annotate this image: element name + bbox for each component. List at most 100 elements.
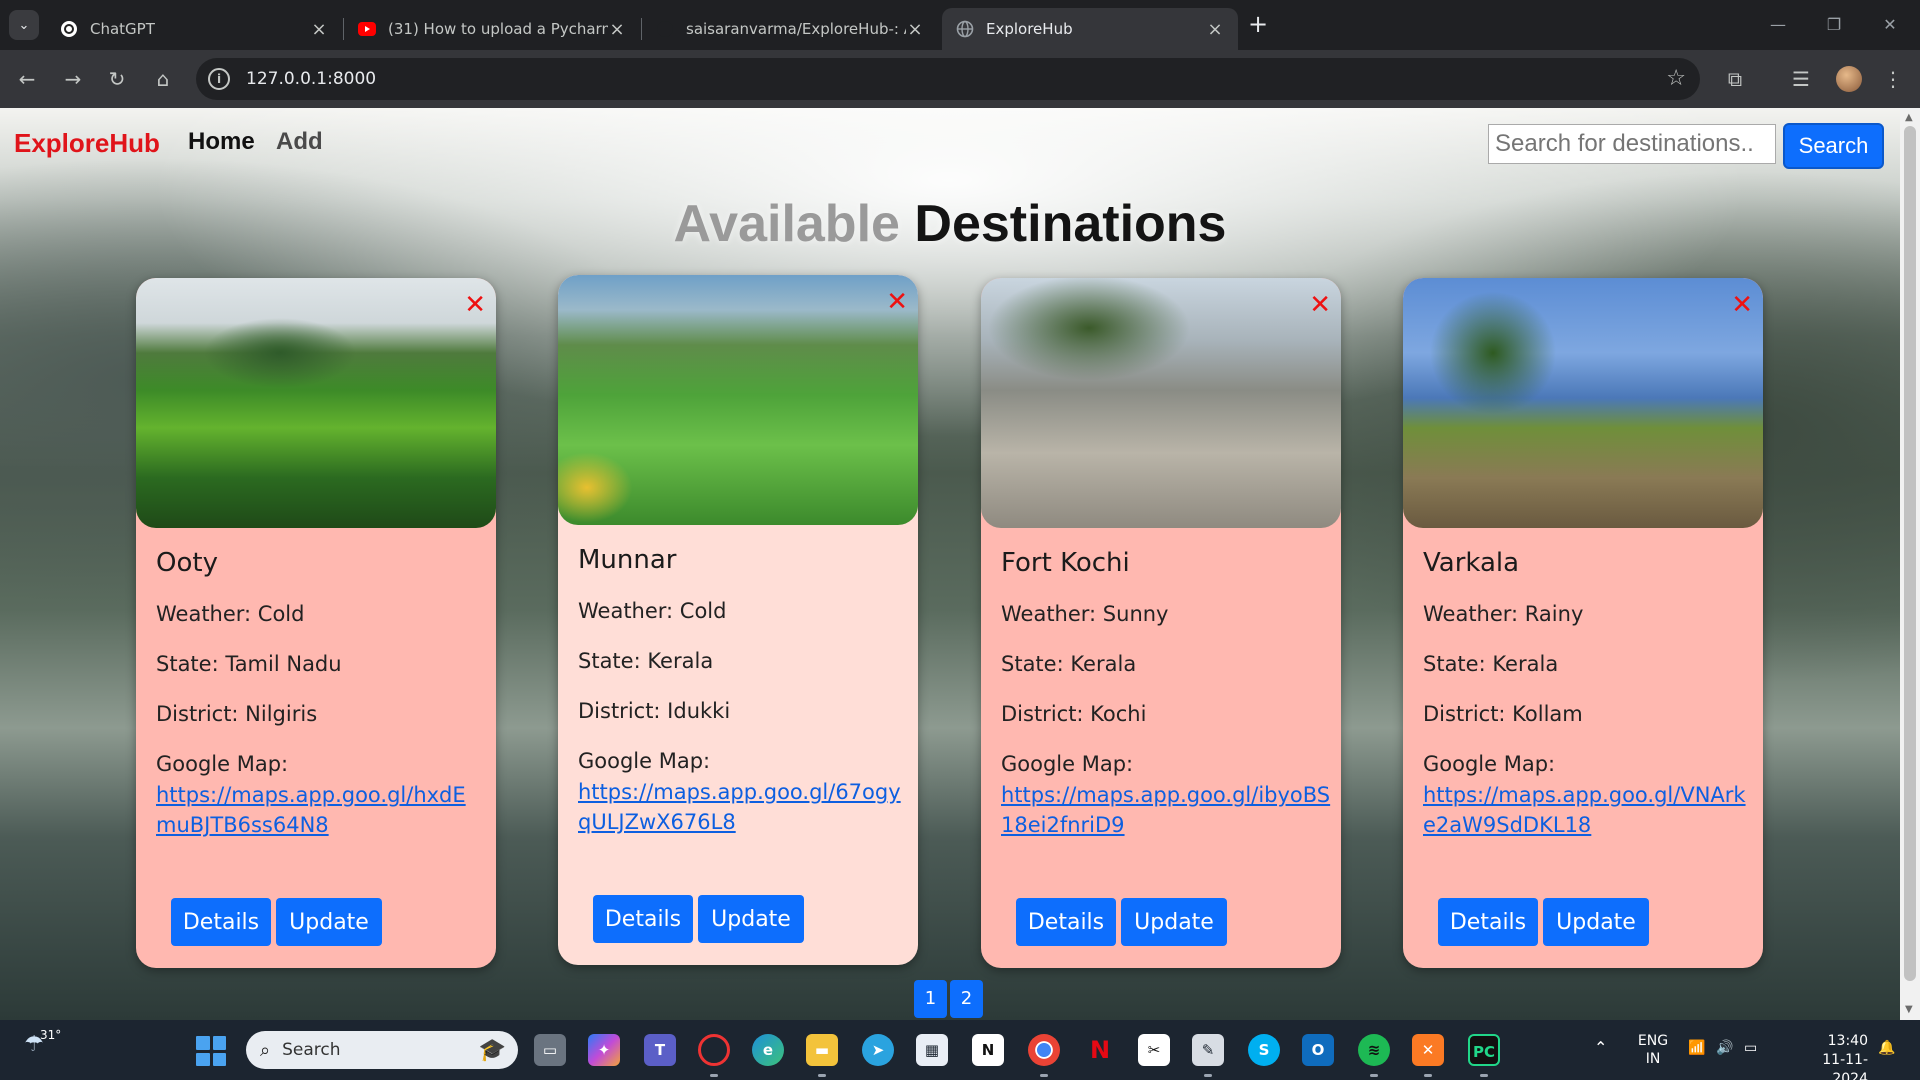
bookmark-star-icon[interactable]: ☆ [1666, 66, 1686, 91]
clock-date: 11-11-2024 [1822, 1052, 1868, 1080]
destination-card: ✕ Munnar Weather: Cold State: Kerala Dis… [558, 275, 918, 965]
spotify-icon[interactable]: ≋ [1358, 1034, 1390, 1066]
taskbar-search[interactable]: ⌕ Search 🎓 [246, 1031, 518, 1069]
search-icon: ⌕ [260, 1039, 271, 1061]
page-link-1[interactable]: 1 [914, 980, 947, 1018]
page-scrollbar[interactable]: ▲ ▼ [1900, 108, 1920, 1020]
notification-bell-icon[interactable]: 🔔 [1878, 1040, 1895, 1056]
outlook-icon[interactable]: O [1302, 1034, 1334, 1066]
district-text: District: Idukki [578, 699, 731, 723]
weather-widget[interactable]: ☂ 31° [24, 1028, 61, 1057]
restore-icon[interactable]: ❐ [1814, 10, 1854, 40]
map-label: Google Map: [1001, 752, 1134, 776]
tab-title: (31) How to upload a Pycharm p [388, 20, 608, 38]
search-button[interactable]: Search [1783, 123, 1884, 169]
back-icon[interactable]: ← [10, 62, 44, 96]
scroll-down-icon[interactable]: ▼ [1905, 1004, 1913, 1015]
chrome-icon[interactable] [1028, 1034, 1060, 1066]
taskbar-search-label: Search [282, 1040, 341, 1060]
weather-temperature: 31° [40, 1028, 62, 1042]
language-indicator[interactable]: ENG IN [1636, 1032, 1670, 1068]
nav-add[interactable]: Add [276, 128, 323, 156]
update-button[interactable]: Update [698, 895, 804, 943]
chevron-up-icon[interactable]: ⌃ [1594, 1038, 1607, 1057]
tab-search-button[interactable]: ⌄ [9, 10, 39, 40]
telegram-icon[interactable]: ➤ [862, 1034, 894, 1066]
details-button[interactable]: Details [1016, 898, 1116, 946]
notion-icon[interactable]: N [972, 1034, 1004, 1066]
wifi-icon[interactable]: 📶 [1688, 1040, 1705, 1056]
task-view-icon[interactable]: ▭ [534, 1034, 566, 1066]
tab-github[interactable]: saisaranvarma/ExploreHub-: A w × [642, 8, 938, 50]
map-label: Google Map: [156, 752, 289, 776]
nav-home[interactable]: Home [188, 128, 255, 156]
clock[interactable]: 13:40 11-11-2024 [1788, 1032, 1868, 1080]
delete-icon[interactable]: ✕ [1309, 292, 1331, 318]
volume-icon[interactable]: 🔊 [1716, 1040, 1733, 1056]
minimize-icon[interactable]: — [1758, 10, 1798, 40]
map-link[interactable]: https://maps.app.goo.gl/67ogyqULJZwX676L… [578, 777, 908, 837]
copilot-icon[interactable]: ✦ [588, 1034, 620, 1066]
update-button[interactable]: Update [276, 898, 382, 946]
region-code: IN [1645, 1051, 1661, 1067]
site-info-icon[interactable]: i [208, 68, 230, 90]
page-title-part2: Destinations [914, 195, 1227, 253]
delete-icon[interactable]: ✕ [886, 289, 908, 315]
store-icon[interactable]: ▦ [916, 1034, 948, 1066]
capcut-icon[interactable]: ✂ [1138, 1034, 1170, 1066]
start-icon[interactable] [196, 1036, 226, 1066]
destination-photo [558, 275, 918, 525]
update-button[interactable]: Update [1121, 898, 1227, 946]
delete-icon[interactable]: ✕ [1731, 292, 1753, 318]
pycharm-icon[interactable]: PC [1468, 1034, 1500, 1066]
weather-text: Weather: Cold [156, 602, 305, 626]
battery-icon[interactable]: ▭ [1744, 1040, 1757, 1056]
details-button[interactable]: Details [171, 898, 271, 946]
xampp-icon[interactable]: ✕ [1412, 1034, 1444, 1066]
scrollbar-thumb[interactable] [1904, 126, 1916, 981]
brand-logo[interactable]: ExploreHub [14, 128, 160, 159]
reload-icon[interactable]: ↻ [100, 62, 134, 96]
profile-avatar[interactable] [1836, 66, 1862, 92]
tab-explorehub[interactable]: ExploreHub × [942, 8, 1238, 50]
scroll-up-icon[interactable]: ▲ [1905, 112, 1913, 123]
home-icon[interactable]: ⌂ [146, 62, 180, 96]
forward-icon[interactable]: → [56, 62, 90, 96]
extensions-icon[interactable]: ⧉ [1718, 62, 1752, 96]
opera-icon[interactable] [698, 1034, 730, 1066]
url-text: 127.0.0.1:8000 [246, 69, 377, 89]
close-tab-icon[interactable]: × [310, 19, 328, 40]
skype-icon[interactable]: S [1248, 1034, 1280, 1066]
state-text: State: Kerala [578, 649, 714, 673]
map-link[interactable]: https://maps.app.goo.gl/VNArke2aW9SdDKL1… [1423, 780, 1753, 840]
update-button[interactable]: Update [1543, 898, 1649, 946]
graduation-cap-icon: 🎓 [478, 1037, 506, 1063]
netflix-icon[interactable]: N [1084, 1034, 1116, 1066]
new-tab-button[interactable]: + [1245, 12, 1271, 38]
menu-kebab-icon[interactable]: ⋮ [1876, 62, 1910, 96]
tab-chatgpt[interactable]: ChatGPT × [46, 8, 342, 50]
details-button[interactable]: Details [593, 895, 693, 943]
close-window-icon[interactable]: ✕ [1870, 10, 1910, 40]
running-indicator [1480, 1074, 1488, 1077]
map-link[interactable]: https://maps.app.goo.gl/hxdEmuBJTB6ss64N… [156, 780, 486, 840]
state-text: State: Kerala [1423, 652, 1559, 676]
snipping-tool-icon[interactable]: ✎ [1192, 1034, 1224, 1066]
edge-icon[interactable]: e [752, 1034, 784, 1066]
map-link[interactable]: https://maps.app.goo.gl/ibyoBS18ei2fnriD… [1001, 780, 1331, 840]
details-button[interactable]: Details [1438, 898, 1538, 946]
close-tab-icon[interactable]: × [608, 19, 626, 40]
close-tab-icon[interactable]: × [1206, 19, 1224, 40]
media-queue-icon[interactable]: ☰ [1784, 62, 1818, 96]
teams-icon[interactable]: T [644, 1034, 676, 1066]
delete-icon[interactable]: ✕ [464, 292, 486, 318]
district-text: District: Kollam [1423, 702, 1583, 726]
destination-name: Varkala [1423, 548, 1520, 578]
page-link-2[interactable]: 2 [950, 980, 983, 1018]
tab-youtube[interactable]: (31) How to upload a Pycharm p × [344, 8, 640, 50]
address-bar[interactable]: i 127.0.0.1:8000 ☆ [196, 58, 1700, 100]
file-explorer-icon[interactable]: ▬ [806, 1034, 838, 1066]
search-input[interactable] [1488, 124, 1776, 164]
running-indicator [818, 1074, 826, 1077]
close-tab-icon[interactable]: × [906, 19, 924, 40]
